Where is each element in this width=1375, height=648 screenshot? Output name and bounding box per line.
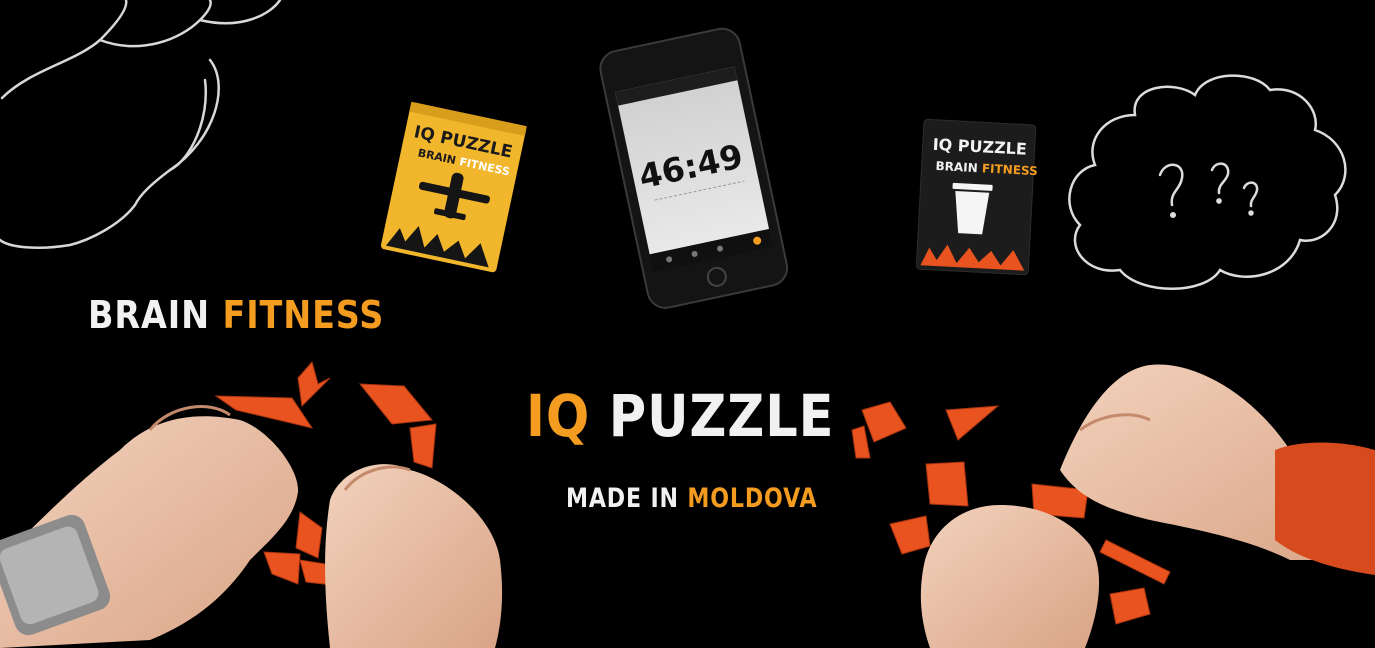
yellow-puzzle-box: IQ PUZZLE BRAIN FITNESS — [380, 101, 527, 273]
black-box-sub-orange: FITNESS — [982, 161, 1038, 178]
smartphone: 46:49 — [599, 27, 789, 309]
made-in-moldova: MADE IN MOLDOVA — [566, 483, 817, 514]
chalk-thought-cloud — [1068, 74, 1347, 290]
tagline-orange-word: FITNESS — [222, 293, 385, 337]
tagline-white-word: BRAIN — [88, 293, 210, 337]
origin-white-words: MADE IN — [566, 483, 679, 514]
origin-orange-word: MOLDOVA — [687, 483, 818, 514]
brand-white-word: PUZZLE — [608, 382, 835, 450]
brain-fitness-tagline: BRAIN FITNESS — [88, 293, 384, 337]
brand-orange-word: IQ — [526, 382, 591, 450]
chalk-cloud-left — [0, 0, 282, 249]
hero-banner: IQ PUZZLE BRAIN FITNESS 46:49 IQ PUZZLE … — [0, 0, 1375, 648]
black-box-sub-white: BRAIN — [935, 159, 978, 175]
black-puzzle-box: IQ PUZZLE BRAIN FITNESS — [915, 118, 1038, 276]
iq-puzzle-brand: IQ PUZZLE — [526, 382, 834, 450]
